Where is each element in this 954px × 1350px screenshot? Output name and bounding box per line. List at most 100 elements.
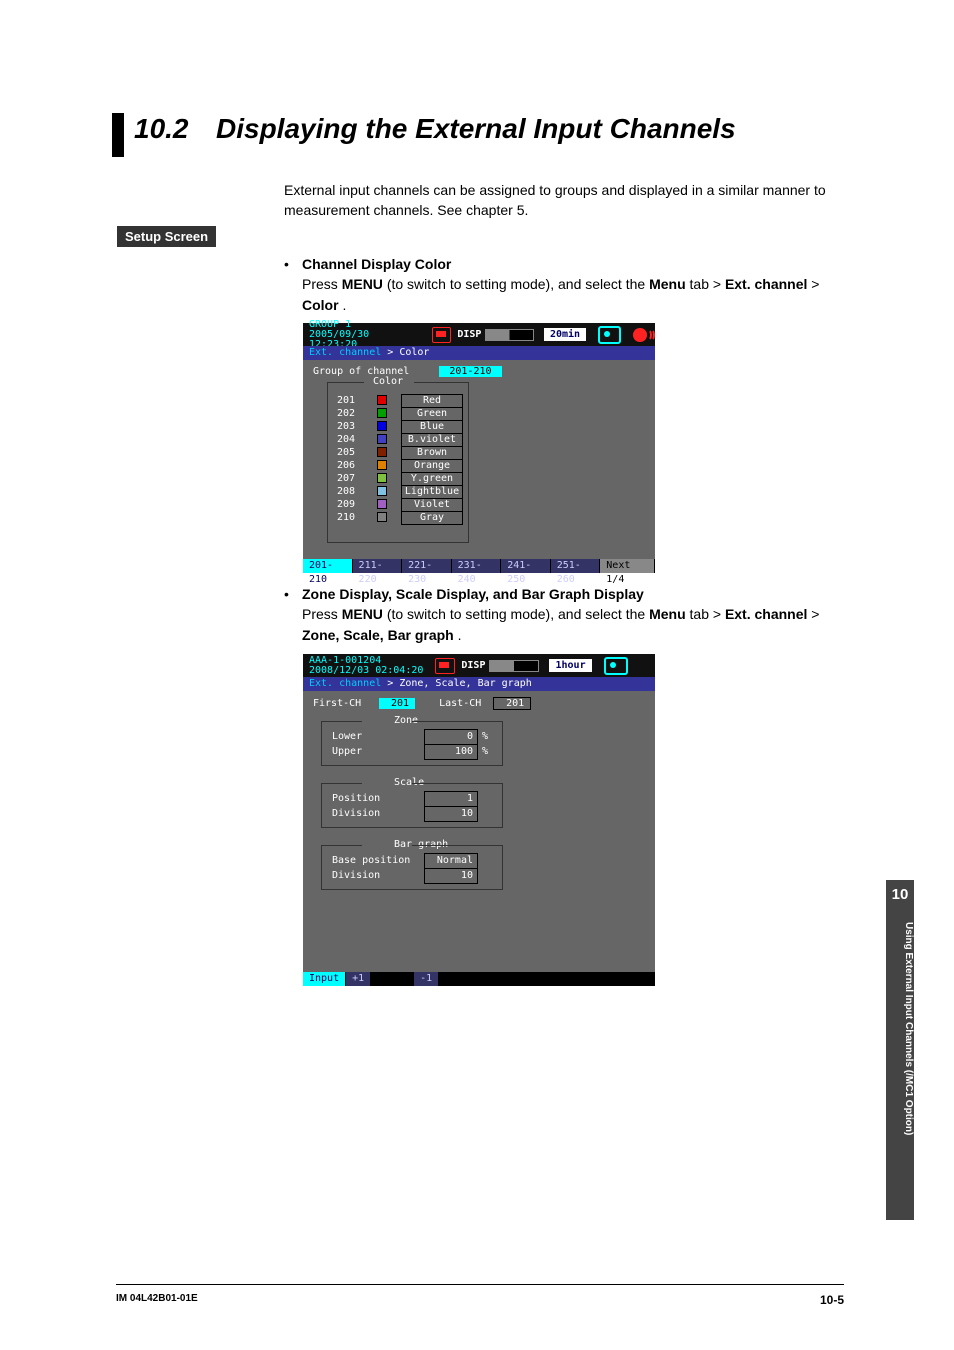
param-unit xyxy=(478,854,485,869)
color-row: 208Lightblue xyxy=(337,486,463,499)
side-tab-number: 10 xyxy=(886,886,914,903)
color-swatch xyxy=(377,499,387,509)
color-row: 205 Brown xyxy=(337,447,463,460)
channel-number: 207 xyxy=(337,473,377,486)
bullet-channel-color: • Channel Display Color Press MENU (to s… xyxy=(284,254,840,315)
zone-fieldset: Zone Lower0%Upper100% xyxy=(321,721,503,766)
shot2-body: First-CH 201 Last-CH 201 Zone Lower0%Upp… xyxy=(303,691,655,972)
text-menu: MENU xyxy=(342,276,383,292)
bargraph-fieldset: Bar graph Base positionNormalDivision10 xyxy=(321,845,503,890)
text: > xyxy=(811,276,819,292)
range-tab[interactable]: 211-220 xyxy=(353,559,403,573)
text: . xyxy=(458,627,462,643)
param-value[interactable]: 10 xyxy=(425,807,478,822)
param-label: Lower xyxy=(330,730,425,745)
color-name[interactable]: Y.green xyxy=(402,473,463,486)
color-name[interactable]: Green xyxy=(402,408,463,421)
color-swatch xyxy=(377,408,387,418)
footer-page-number: 10-5 xyxy=(820,1293,844,1307)
param-label: Base position xyxy=(330,854,425,869)
param-value[interactable]: 0 xyxy=(425,730,478,745)
side-tab-label: Using External Input Channels (/MC1 Opti… xyxy=(886,918,914,1222)
text-menu: MENU xyxy=(342,606,383,622)
crumb-ext: Ext. channel xyxy=(309,678,381,689)
heading-accent xyxy=(112,113,124,157)
color-name[interactable]: Red xyxy=(402,395,463,408)
text-zone-scale-bar: Zone, Scale, Bar graph xyxy=(302,627,454,643)
bullet2-title: Zone Display, Scale Display, and Bar Gra… xyxy=(302,586,644,602)
bullet-zone-scale-bar: • Zone Display, Scale Display, and Bar G… xyxy=(284,584,840,645)
shot2-titlebar: AAA-1-001204 2008/12/03 02:04:20 DISP 1h… xyxy=(303,654,655,677)
color-name[interactable]: Lightblue xyxy=(402,486,463,499)
group-of-channel-value[interactable]: 201-210 xyxy=(439,366,501,377)
softkey-tab[interactable]: -1 xyxy=(414,972,439,986)
next-tab[interactable]: Next 1/4 xyxy=(600,559,655,573)
color-row: 206 Orange xyxy=(337,460,463,473)
range-tab[interactable]: 201-210 xyxy=(303,559,353,573)
color-swatch xyxy=(377,473,387,483)
param-unit: % xyxy=(478,730,491,745)
color-row: 210Gray xyxy=(337,512,463,525)
disp-label: DISP xyxy=(461,660,485,671)
softkey-tab[interactable]: Input xyxy=(303,972,346,986)
range-tab[interactable]: 231-240 xyxy=(452,559,502,573)
range-tab[interactable]: 241-250 xyxy=(501,559,551,573)
last-ch-value[interactable]: 201 xyxy=(493,697,531,710)
color-name[interactable]: Orange xyxy=(402,460,463,473)
channel-number: 209 xyxy=(337,499,377,512)
shot1-titlebar: GROUP 1 2005/09/30 12:23:20 DISP 20min xyxy=(303,323,655,346)
range-tab[interactable]: 251-260 xyxy=(551,559,601,573)
time-badge[interactable]: 20min xyxy=(544,328,586,341)
channel-number: 204 xyxy=(337,434,377,447)
channel-number: 206 xyxy=(337,460,377,473)
media-icon xyxy=(598,326,621,344)
param-value[interactable]: 10 xyxy=(425,869,478,884)
color-row: 201 Red xyxy=(337,395,463,408)
setup-screen-badge: Setup Screen xyxy=(117,226,216,247)
scale-legend: Scale xyxy=(390,777,428,788)
param-unit: % xyxy=(478,745,491,760)
color-swatch xyxy=(377,460,387,470)
footer-doc-id: IM 04L42B01-01E xyxy=(116,1293,198,1304)
color-swatch xyxy=(377,434,387,444)
param-label: Division xyxy=(330,807,425,822)
scale-table: Position1Division10 xyxy=(330,791,484,822)
shot1-tabs[interactable]: 201-210211-220221-230231-240241-250251-2… xyxy=(303,559,655,573)
color-row: 207 Y.green xyxy=(337,473,463,486)
bargraph-table: Base positionNormalDivision10 xyxy=(330,853,484,884)
color-name[interactable]: Violet xyxy=(402,499,463,512)
shot2-timestamp: 2008/12/03 02:04:20 xyxy=(309,665,423,676)
softkey-tab xyxy=(371,972,414,986)
disp-label: DISP xyxy=(457,329,481,340)
param-unit xyxy=(478,869,485,884)
text: tab > xyxy=(690,276,725,292)
shot1-body: Group of channel 201-210 Color 201Red202… xyxy=(303,360,655,559)
text: Press xyxy=(302,276,342,292)
shot2-tabs[interactable]: Input+1 -1 xyxy=(303,972,655,986)
color-name[interactable]: Blue xyxy=(402,421,463,434)
color-row: 203Blue xyxy=(337,421,463,434)
color-name[interactable]: B.violet xyxy=(402,434,463,447)
param-value[interactable]: Normal xyxy=(425,854,478,869)
param-label: Position xyxy=(330,792,425,807)
first-ch-value[interactable]: 201 xyxy=(379,698,415,709)
text: > xyxy=(811,606,819,622)
param-value[interactable]: 1 xyxy=(425,792,478,807)
color-name[interactable]: Gray xyxy=(402,512,463,525)
record-icon xyxy=(435,658,455,674)
channel-number: 205 xyxy=(337,447,377,460)
color-swatch xyxy=(377,421,387,431)
softkey-tab[interactable]: +1 xyxy=(346,972,371,986)
param-unit xyxy=(478,792,485,807)
param-value[interactable]: 100 xyxy=(425,745,478,760)
range-tab[interactable]: 221-230 xyxy=(402,559,452,573)
zone-legend: Zone xyxy=(390,715,422,726)
param-label: Division xyxy=(330,869,425,884)
color-name[interactable]: Brown xyxy=(402,447,463,460)
channel-number: 201 xyxy=(337,395,377,408)
alarm-icon xyxy=(633,328,647,342)
color-table: 201Red202Green203Blue204B.violet205Brown… xyxy=(337,394,463,525)
time-badge[interactable]: 1hour xyxy=(549,659,591,672)
text: (to switch to setting mode), and select … xyxy=(387,276,649,292)
color-swatch xyxy=(377,486,387,496)
